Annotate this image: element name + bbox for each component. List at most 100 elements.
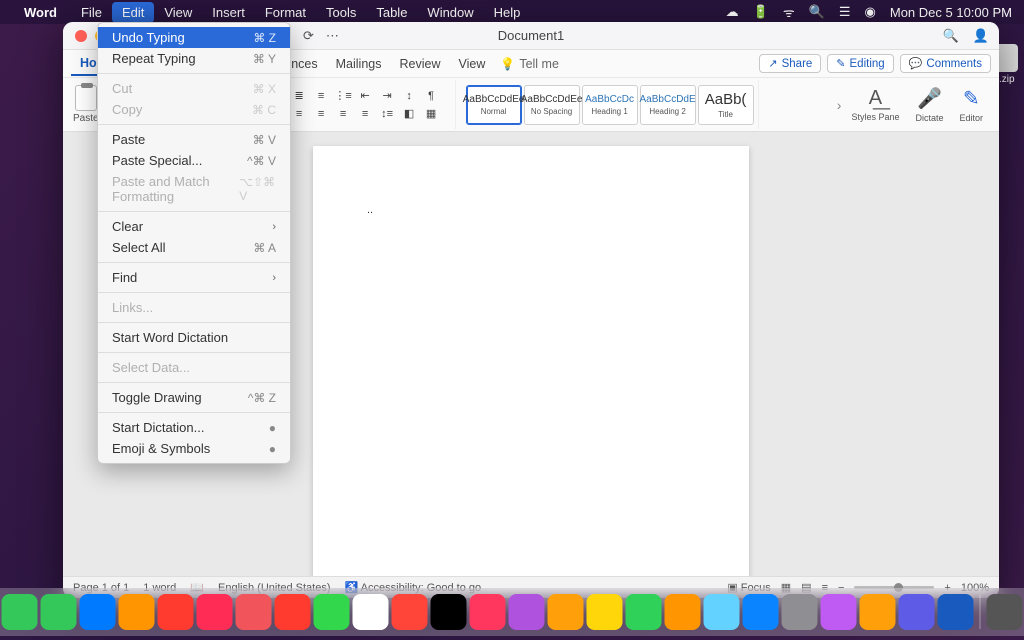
dock-app-22[interactable] xyxy=(743,594,779,630)
dock-app-9[interactable] xyxy=(236,594,272,630)
indent-dec-icon[interactable]: ⇤ xyxy=(356,88,374,104)
editor-button[interactable]: ✎Editor xyxy=(953,86,989,123)
borders-icon[interactable]: ▦ xyxy=(422,106,440,122)
edit-menu-start-word-dictation[interactable]: Start Word Dictation xyxy=(98,327,290,348)
dock-app-20[interactable] xyxy=(665,594,701,630)
dock-app-7[interactable] xyxy=(158,594,194,630)
align-center-icon[interactable]: ≡ xyxy=(312,106,330,122)
menu-view[interactable]: View xyxy=(154,2,202,23)
page[interactable]: .. xyxy=(313,146,749,576)
dock-app-5[interactable] xyxy=(80,594,116,630)
style-normal[interactable]: AaBbCcDdEeNormal xyxy=(466,85,522,125)
dock-app-25[interactable] xyxy=(860,594,896,630)
bullets-icon[interactable]: ≣ xyxy=(290,88,308,104)
siri-icon[interactable]: ◉ xyxy=(865,4,876,20)
indent-inc-icon[interactable]: ⇥ xyxy=(378,88,396,104)
more-icon[interactable]: ⋯ xyxy=(326,28,339,44)
share-icon: ↗ xyxy=(768,57,777,70)
dock-app-27[interactable] xyxy=(938,594,974,630)
title-search-icon[interactable]: 🔍 xyxy=(943,28,959,44)
edit-menu-paste[interactable]: Paste⌘ V xyxy=(98,129,290,150)
dock-app-13[interactable] xyxy=(392,594,428,630)
dictate-button[interactable]: 🎤Dictate xyxy=(909,86,949,123)
paste-icon[interactable] xyxy=(75,85,97,111)
menu-file[interactable]: File xyxy=(71,2,112,23)
styles-pane-icon: A͟ xyxy=(869,87,882,110)
menu-format[interactable]: Format xyxy=(255,2,316,23)
edit-menu-paste-special-[interactable]: Paste Special...^⌘ V xyxy=(98,150,290,171)
dock xyxy=(0,588,1024,636)
styles-group: AaBbCcDdEeNormalAaBbCcDdEeNo SpacingAaBb… xyxy=(462,80,759,129)
dock-app-15[interactable] xyxy=(470,594,506,630)
dock-app-4[interactable] xyxy=(41,594,77,630)
edit-menu-emoji-symbols[interactable]: Emoji & Symbols● xyxy=(98,438,290,459)
dock-app-8[interactable] xyxy=(197,594,233,630)
tell-me-search[interactable]: 💡Tell me xyxy=(500,57,559,71)
style-title[interactable]: AaBb(Title xyxy=(698,85,754,125)
numbering-icon[interactable]: ≡ xyxy=(312,88,330,104)
close-button[interactable] xyxy=(75,30,87,42)
menu-help[interactable]: Help xyxy=(484,2,531,23)
edit-menu-find[interactable]: Find› xyxy=(98,267,290,288)
dock-app-17[interactable] xyxy=(548,594,584,630)
cloud-icon[interactable]: ☁ xyxy=(726,4,739,20)
pilcrow-icon[interactable]: ¶ xyxy=(422,88,440,104)
app-name[interactable]: Word xyxy=(24,5,57,20)
tab-view[interactable]: View xyxy=(450,53,495,75)
menu-window[interactable]: Window xyxy=(417,2,483,23)
multilevel-icon[interactable]: ⋮≡ xyxy=(334,88,352,104)
dock-app-24[interactable] xyxy=(821,594,857,630)
dock-app-16[interactable] xyxy=(509,594,545,630)
menu-tools[interactable]: Tools xyxy=(316,2,366,23)
editing-button[interactable]: ✎Editing xyxy=(827,54,893,73)
edit-menu-toggle-drawing[interactable]: Toggle Drawing^⌘ Z xyxy=(98,387,290,408)
style-no-spacing[interactable]: AaBbCcDdEeNo Spacing xyxy=(524,85,580,125)
justify-icon[interactable]: ≡ xyxy=(356,106,374,122)
dock-app-23[interactable] xyxy=(782,594,818,630)
dock-right-0[interactable] xyxy=(987,594,1023,630)
comments-button[interactable]: 💬Comments xyxy=(900,54,991,73)
dock-app-14[interactable] xyxy=(431,594,467,630)
line-spacing-icon[interactable]: ↕≡ xyxy=(378,106,396,122)
styles-pane-button[interactable]: A͟Styles Pane xyxy=(845,87,905,122)
edit-menu-select-data-: Select Data... xyxy=(98,357,290,378)
pencil-icon: ✎ xyxy=(836,57,845,70)
edit-menu-undo-typing[interactable]: Undo Typing⌘ Z xyxy=(98,27,290,48)
title-share-icon[interactable]: 👤 xyxy=(973,28,989,44)
paste-label: Paste xyxy=(73,113,99,124)
style-heading-1[interactable]: AaBbCcDcHeading 1 xyxy=(582,85,638,125)
dock-app-26[interactable] xyxy=(899,594,935,630)
edit-menu-clear[interactable]: Clear› xyxy=(98,216,290,237)
dock-app-3[interactable] xyxy=(2,594,38,630)
autosave-icon[interactable]: ⟳ xyxy=(303,28,314,44)
align-right-icon[interactable]: ≡ xyxy=(334,106,352,122)
document-content: .. xyxy=(367,204,373,216)
dock-app-10[interactable] xyxy=(275,594,311,630)
menu-edit[interactable]: Edit xyxy=(112,2,154,23)
dock-app-11[interactable] xyxy=(314,594,350,630)
control-center-icon[interactable]: ☰ xyxy=(839,4,851,20)
macos-menubar: Word File Edit View Insert Format Tools … xyxy=(0,0,1024,24)
edit-menu-select-all[interactable]: Select All⌘ A xyxy=(98,237,290,258)
spotlight-icon[interactable]: 🔍 xyxy=(809,4,825,20)
edit-menu-repeat-typing[interactable]: Repeat Typing⌘ Y xyxy=(98,48,290,69)
dock-app-18[interactable] xyxy=(587,594,623,630)
wifi-icon[interactable]: ᯤ xyxy=(783,3,795,21)
tab-review[interactable]: Review xyxy=(391,53,450,75)
tab-mailings[interactable]: Mailings xyxy=(327,53,391,75)
menu-insert[interactable]: Insert xyxy=(202,2,255,23)
shading-icon[interactable]: ◧ xyxy=(400,106,418,122)
style-heading-2[interactable]: AaBbCcDdEHeading 2 xyxy=(640,85,696,125)
styles-more-icon[interactable]: › xyxy=(837,97,842,113)
sort-icon[interactable]: ↕ xyxy=(400,88,418,104)
edit-menu-start-dictation-[interactable]: Start Dictation...● xyxy=(98,417,290,438)
share-button[interactable]: ↗Share xyxy=(759,54,821,73)
dock-app-19[interactable] xyxy=(626,594,662,630)
dock-app-12[interactable] xyxy=(353,594,389,630)
menu-table[interactable]: Table xyxy=(366,2,417,23)
align-left-icon[interactable]: ≡ xyxy=(290,106,308,122)
dock-app-21[interactable] xyxy=(704,594,740,630)
menubar-datetime[interactable]: Mon Dec 5 10:00 PM xyxy=(890,5,1012,20)
dock-app-6[interactable] xyxy=(119,594,155,630)
battery-icon[interactable]: 🔋 xyxy=(753,4,769,20)
